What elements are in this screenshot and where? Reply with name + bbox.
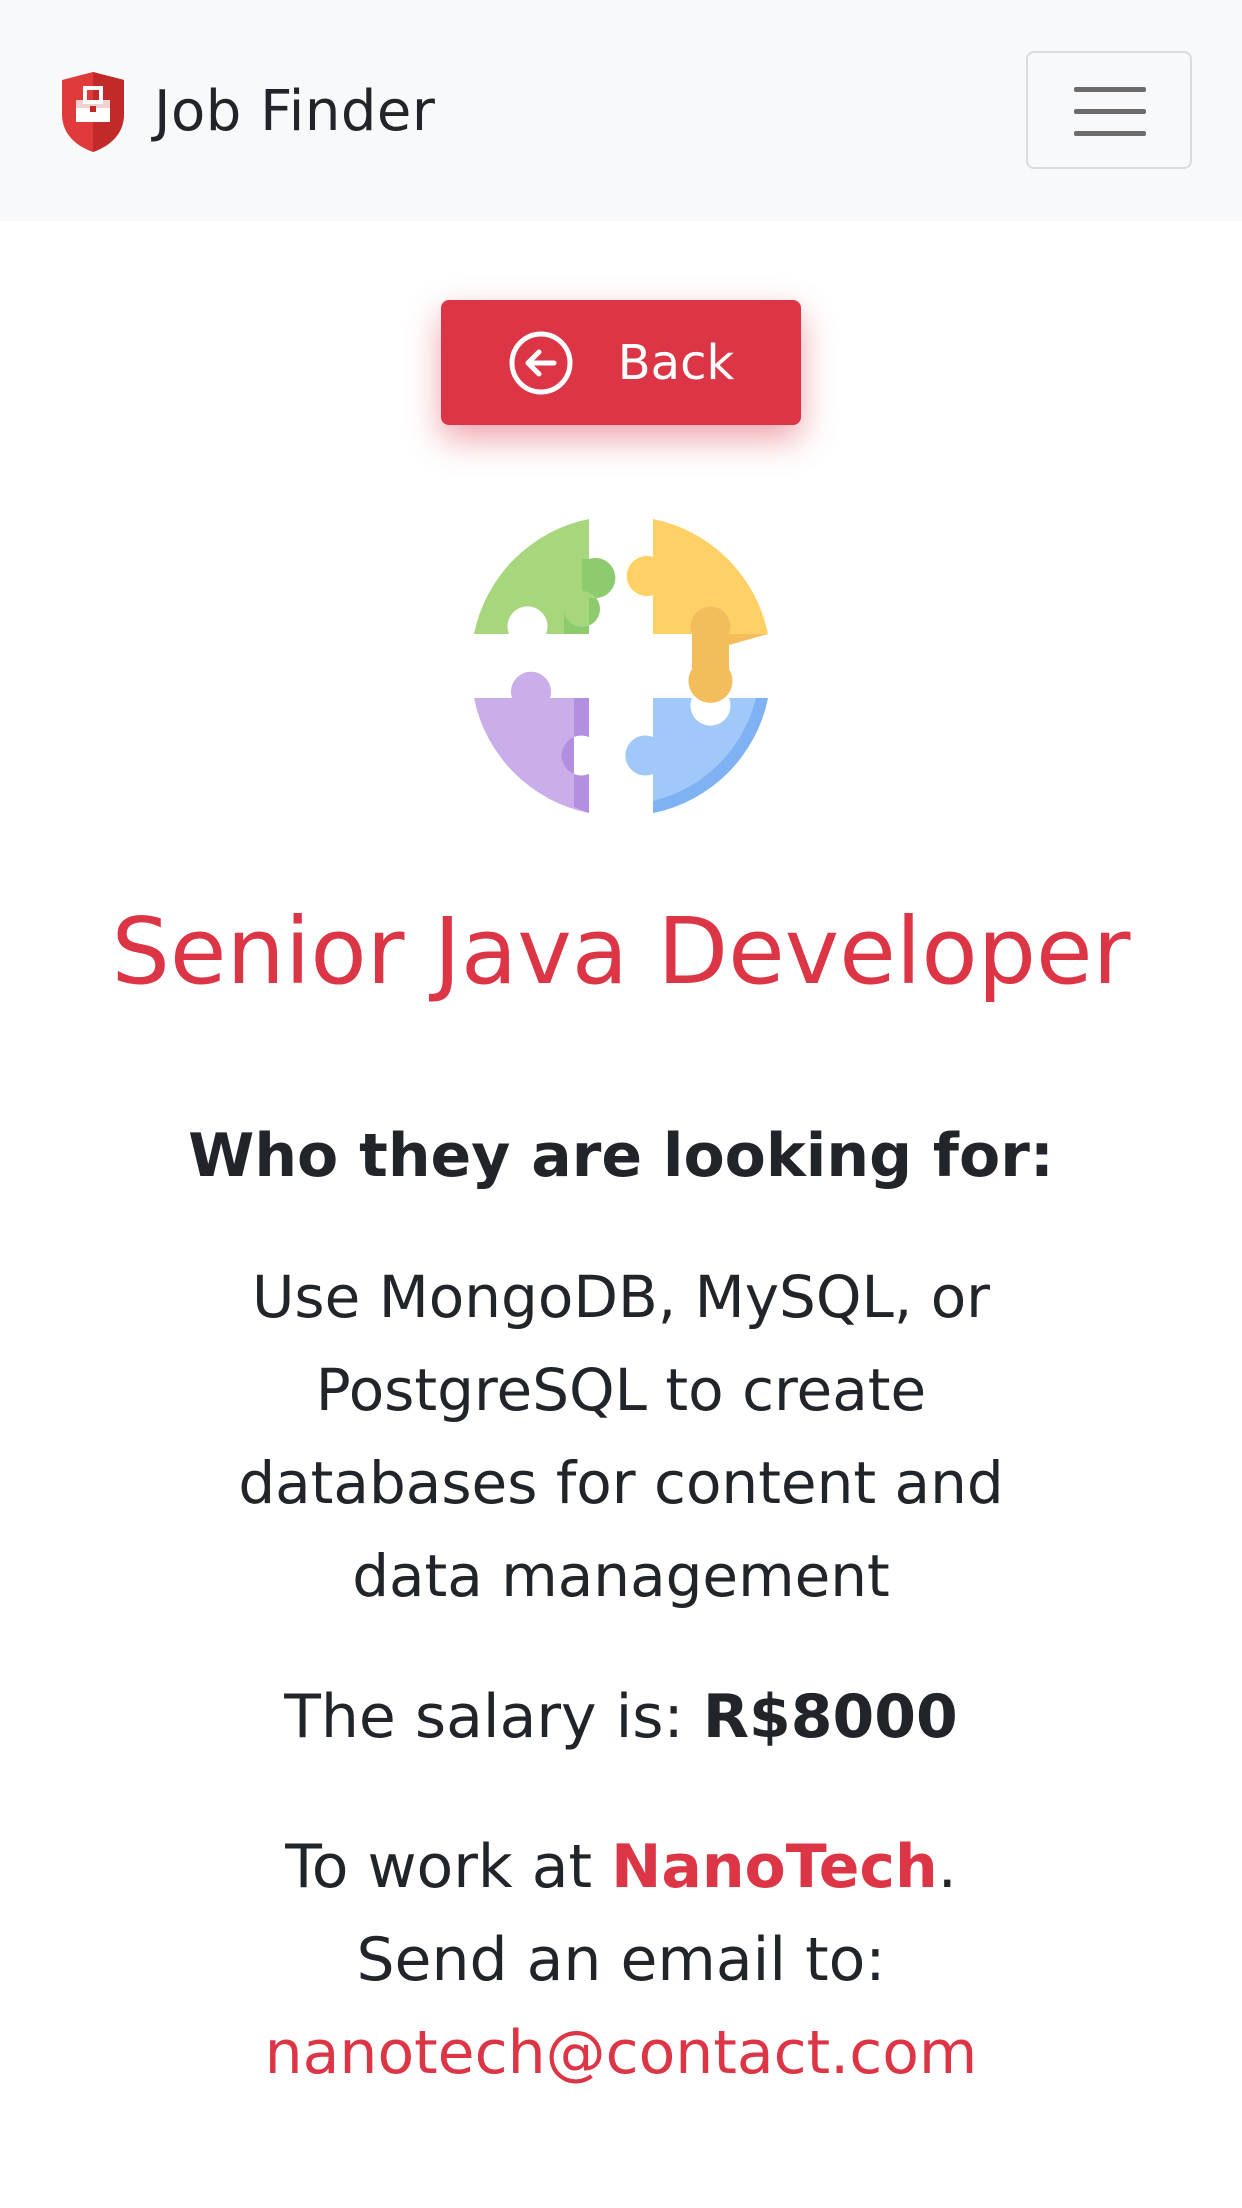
hamburger-menu-icon: [1074, 109, 1146, 114]
job-description: Use MongoDB, MySQL, or PostgreSQL to cre…: [238, 1263, 1004, 1610]
salary-line: The salary is: R$8000: [0, 1681, 1242, 1753]
arrow-left-circle-icon: [509, 331, 573, 394]
back-button-label: Back: [617, 334, 735, 391]
brand-link[interactable]: Job Finder: [60, 70, 435, 154]
email-link[interactable]: nanotech@contact.com: [265, 2018, 978, 2088]
work-at-prefix: To work at: [285, 1832, 612, 1902]
salary-prefix: The salary is:: [284, 1682, 703, 1752]
hamburger-menu-icon: [1074, 131, 1146, 136]
company-name: NanoTech: [611, 1832, 938, 1902]
email-prompt: Send an email to:: [356, 1925, 886, 1995]
looking-for-heading: Who they are looking for:: [188, 1121, 1054, 1191]
navbar-toggle-button[interactable]: [1026, 51, 1192, 169]
hamburger-menu-icon: [1074, 87, 1146, 92]
brand-name: Job Finder: [154, 79, 436, 144]
back-button[interactable]: Back: [441, 300, 801, 425]
contact-info: To work at NanoTech. Send an email to: nan…: [0, 1821, 1242, 2100]
navbar: Job Finder: [0, 0, 1242, 221]
puzzle-pieces-icon: [474, 519, 768, 813]
salary-value: R$8000: [702, 1682, 958, 1752]
briefcase-shield-icon: [62, 72, 124, 152]
work-at-suffix: .: [937, 1832, 957, 1902]
job-title: Senior Java Developer: [111, 898, 1131, 1005]
